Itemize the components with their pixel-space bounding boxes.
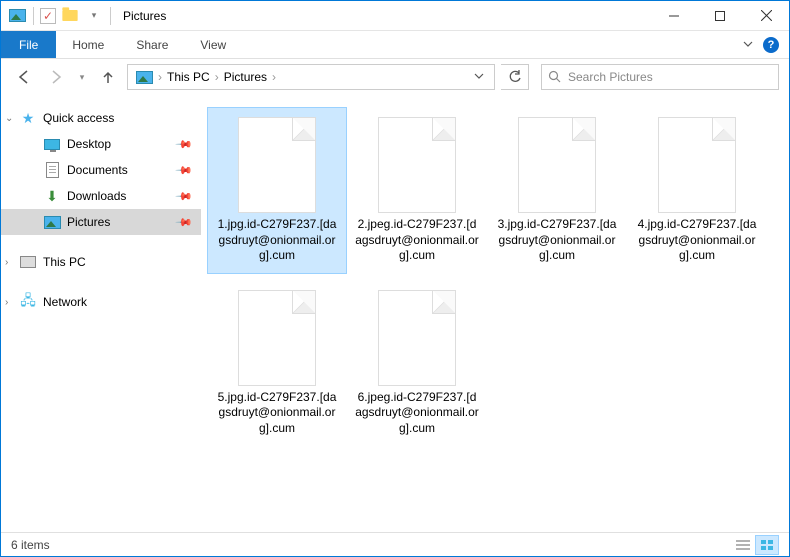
nav-item-desktop[interactable]: Desktop 📌	[1, 131, 201, 157]
breadcrumb-pictures[interactable]: Pictures	[220, 70, 271, 84]
search-box[interactable]	[541, 64, 779, 90]
recent-dropdown-icon[interactable]: ▾	[75, 64, 89, 90]
file-tab[interactable]: File	[1, 31, 56, 58]
pin-icon: 📌	[175, 161, 194, 180]
help-icon[interactable]: ?	[763, 37, 779, 53]
monitor-icon	[43, 136, 61, 152]
file-thumb-icon	[658, 117, 736, 213]
qat-dropdown-icon[interactable]: ▾	[84, 7, 104, 25]
content-pane[interactable]: 1.jpg.id-C279F237.[dagsdruyt@onionmail.o…	[201, 95, 789, 532]
chevron-right-icon[interactable]: ›	[215, 70, 219, 84]
window-title: Pictures	[123, 9, 166, 23]
file-thumb-icon	[378, 290, 456, 386]
nav-item-documents[interactable]: Documents 📌	[1, 157, 201, 183]
nav-item-pictures[interactable]: Pictures 📌	[1, 209, 201, 235]
file-thumb-icon	[378, 117, 456, 213]
download-icon: ⬇	[43, 188, 61, 204]
maximize-button[interactable]	[697, 1, 743, 31]
app-icon	[7, 7, 27, 25]
document-icon	[43, 162, 61, 178]
file-name: 4.jpg.id-C279F237.[dagsdruyt@onionmail.o…	[631, 217, 763, 264]
file-name: 1.jpg.id-C279F237.[dagsdruyt@onionmail.o…	[211, 217, 343, 264]
pin-icon: 📌	[175, 187, 194, 206]
file-thumb-icon	[238, 290, 316, 386]
file-item[interactable]: 6.jpeg.id-C279F237.[dagsdruyt@onionmail.…	[347, 280, 487, 447]
nav-network[interactable]: › 🖧 Network	[1, 289, 201, 315]
nav-label: Documents	[67, 163, 128, 177]
address-bar[interactable]: › This PC › Pictures ›	[127, 64, 495, 90]
network-icon: 🖧	[19, 294, 37, 310]
chevron-right-icon[interactable]: ›	[272, 70, 276, 84]
file-thumb-icon	[238, 117, 316, 213]
titlebar: ✓ ▾ Pictures	[1, 1, 789, 31]
view-details-button[interactable]	[731, 535, 755, 555]
nav-this-pc[interactable]: › This PC	[1, 249, 201, 275]
nav-label: Downloads	[67, 189, 126, 203]
address-row: ▾ › This PC › Pictures ›	[1, 59, 789, 95]
search-input[interactable]	[568, 70, 772, 84]
navigation-pane: ⌄ ★ Quick access Desktop 📌 Documents 📌 ⬇…	[1, 95, 201, 532]
file-thumb-icon	[518, 117, 596, 213]
pin-icon: 📌	[175, 135, 194, 154]
nav-label: Network	[43, 295, 87, 309]
qat-folder-icon[interactable]	[60, 7, 80, 25]
up-button[interactable]	[95, 64, 121, 90]
file-item[interactable]: 5.jpg.id-C279F237.[dagsdruyt@onionmail.o…	[207, 280, 347, 447]
file-name: 2.jpeg.id-C279F237.[dagsdruyt@onionmail.…	[351, 217, 483, 264]
ribbon-expand-icon[interactable]	[743, 38, 753, 52]
ribbon: File Home Share View ?	[1, 31, 789, 59]
chevron-right-icon[interactable]: ›	[5, 257, 8, 268]
file-item[interactable]: 1.jpg.id-C279F237.[dagsdruyt@onionmail.o…	[207, 107, 347, 274]
tab-share[interactable]: Share	[120, 31, 184, 58]
tab-home[interactable]: Home	[56, 31, 120, 58]
nav-label: This PC	[43, 255, 86, 269]
close-button[interactable]	[743, 1, 789, 31]
qat-checkbox-icon[interactable]: ✓	[40, 8, 56, 24]
status-count: 6 items	[11, 538, 50, 552]
pictures-icon	[43, 214, 61, 230]
nav-label: Pictures	[67, 215, 110, 229]
status-bar: 6 items	[1, 532, 789, 556]
file-item[interactable]: 4.jpg.id-C279F237.[dagsdruyt@onionmail.o…	[627, 107, 767, 274]
view-icons-button[interactable]	[755, 535, 779, 555]
chevron-right-icon[interactable]: ›	[158, 70, 162, 84]
file-name: 3.jpg.id-C279F237.[dagsdruyt@onionmail.o…	[491, 217, 623, 264]
star-icon: ★	[19, 110, 37, 126]
refresh-button[interactable]	[501, 64, 529, 90]
file-name: 6.jpeg.id-C279F237.[dagsdruyt@onionmail.…	[351, 390, 483, 437]
breadcrumb-root-icon[interactable]	[132, 71, 157, 84]
chevron-right-icon[interactable]: ›	[5, 297, 8, 308]
chevron-down-icon[interactable]: ⌄	[5, 113, 13, 124]
tab-view[interactable]: View	[184, 31, 242, 58]
file-name: 5.jpg.id-C279F237.[dagsdruyt@onionmail.o…	[211, 390, 343, 437]
nav-label: Desktop	[67, 137, 111, 151]
back-button[interactable]	[11, 64, 37, 90]
address-dropdown-icon[interactable]	[468, 70, 490, 84]
search-icon	[548, 70, 562, 84]
forward-button[interactable]	[43, 64, 69, 90]
file-item[interactable]: 2.jpeg.id-C279F237.[dagsdruyt@onionmail.…	[347, 107, 487, 274]
nav-item-downloads[interactable]: ⬇ Downloads 📌	[1, 183, 201, 209]
nav-quick-access[interactable]: ⌄ ★ Quick access	[1, 105, 201, 131]
file-item[interactable]: 3.jpg.id-C279F237.[dagsdruyt@onionmail.o…	[487, 107, 627, 274]
pc-icon	[19, 254, 37, 270]
minimize-button[interactable]	[651, 1, 697, 31]
pin-icon: 📌	[175, 213, 194, 232]
breadcrumb-this-pc[interactable]: This PC	[163, 70, 214, 84]
nav-label: Quick access	[43, 111, 114, 125]
